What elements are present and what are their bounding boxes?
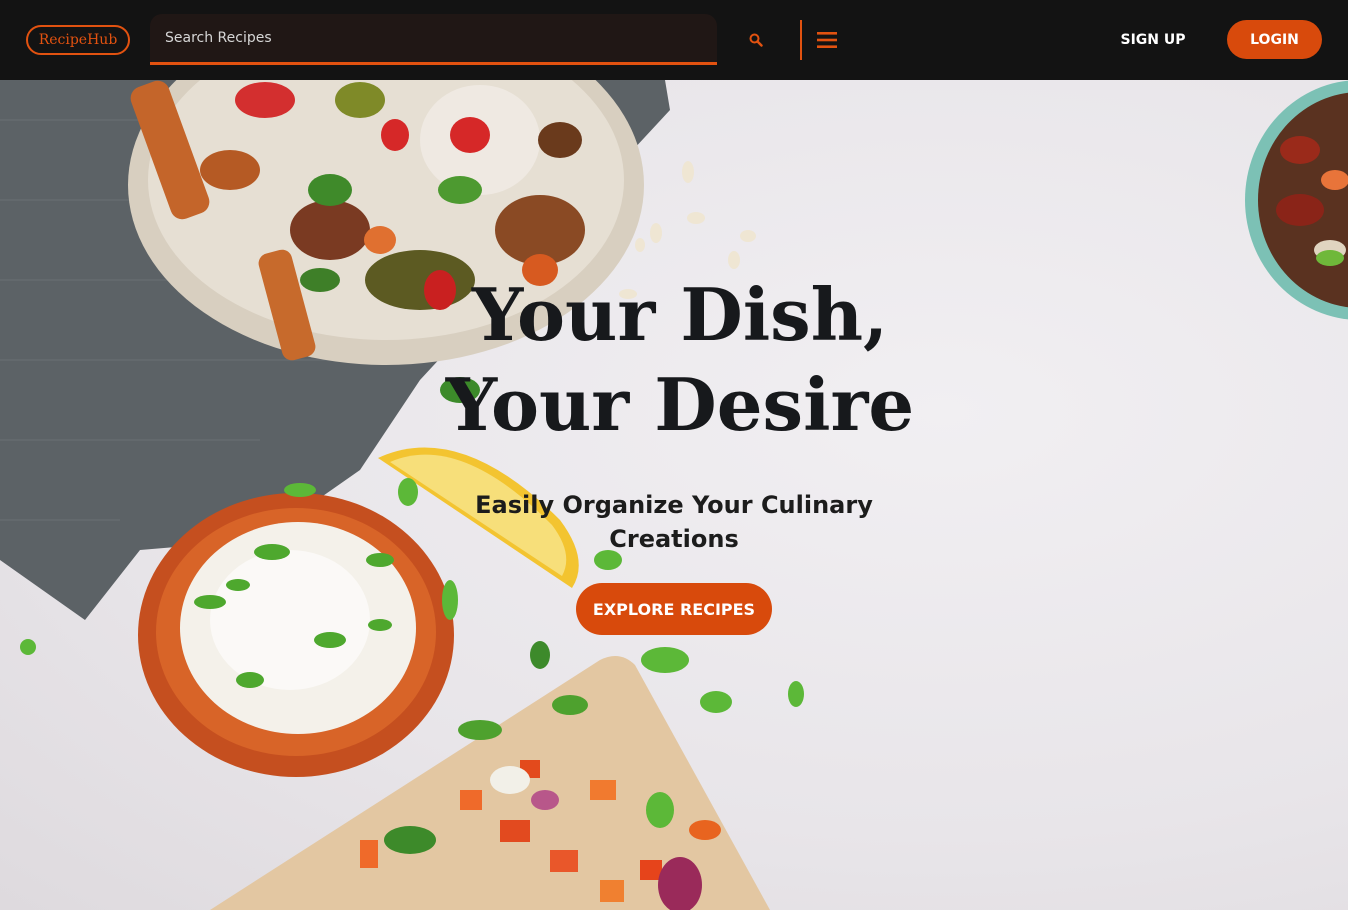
- search-input[interactable]: [150, 14, 717, 62]
- hero-section: Your Dish, Your Desire Easily Organize Y…: [0, 80, 1348, 910]
- search-button[interactable]: [744, 28, 768, 52]
- hero-title-line-1: Your Dish,: [471, 272, 889, 357]
- explore-recipes-button[interactable]: EXPLORE RECIPES: [576, 583, 772, 635]
- hero-title: Your Dish, Your Desire: [380, 270, 980, 450]
- hamburger-menu-icon: [817, 32, 837, 48]
- search-icon: [749, 33, 763, 47]
- navbar: RecipeHub SIGN UP LOGIN: [0, 0, 1348, 80]
- hero-subtitle: Easily Organize Your Culinary Creations: [475, 491, 873, 553]
- hero-title-line-2: Your Desire: [445, 362, 915, 447]
- signup-button[interactable]: SIGN UP: [1110, 26, 1196, 54]
- search-bar: [150, 14, 717, 65]
- menu-button[interactable]: [814, 27, 840, 53]
- login-button[interactable]: LOGIN: [1227, 20, 1322, 59]
- nav-divider: [800, 20, 802, 60]
- logo[interactable]: RecipeHub: [26, 25, 130, 55]
